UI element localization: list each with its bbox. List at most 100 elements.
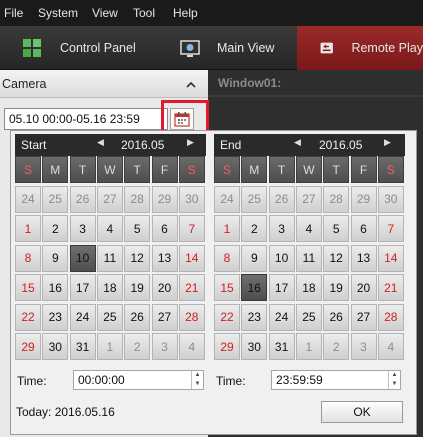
start-day-cell[interactable]: 29	[15, 333, 41, 360]
end-day-cell[interactable]: 6	[350, 215, 377, 242]
end-day-cell[interactable]: 14	[377, 244, 404, 272]
start-day-cell[interactable]: 24	[69, 303, 96, 331]
start-day-cell[interactable]: 14	[178, 244, 205, 272]
menu-view[interactable]: View	[92, 6, 118, 20]
end-day-cell[interactable]: 30	[241, 333, 268, 360]
start-day-cell[interactable]: 17	[69, 274, 96, 301]
start-day-cell[interactable]: 1	[15, 215, 41, 242]
end-day-cell[interactable]: 4	[377, 333, 404, 360]
end-day-cell[interactable]: 15	[214, 274, 240, 301]
end-day-cell[interactable]: 21	[377, 274, 404, 301]
end-day-cell[interactable]: 7	[377, 215, 404, 242]
menu-file[interactable]: File	[4, 6, 23, 20]
end-day-cell[interactable]: 29	[214, 333, 240, 360]
end-day-cell[interactable]: 19	[323, 274, 350, 301]
end-time-input[interactable]: 23:59:59 ▲ ▼	[271, 370, 401, 390]
start-day-cell[interactable]: 26	[124, 303, 151, 331]
start-day-cell[interactable]: 19	[124, 274, 151, 301]
start-day-cell[interactable]: 3	[69, 215, 96, 242]
start-day-cell[interactable]: 24	[15, 185, 41, 213]
start-day-cell[interactable]: 5	[124, 215, 151, 242]
start-day-cell[interactable]: 2	[42, 215, 69, 242]
end-day-cell[interactable]: 25	[295, 303, 322, 331]
end-day-cell[interactable]: 22	[214, 303, 240, 331]
start-day-cell[interactable]: 22	[15, 303, 41, 331]
end-day-cell[interactable]: 2	[323, 333, 350, 360]
end-time-spinner[interactable]: ▲ ▼	[388, 371, 400, 389]
start-day-cell[interactable]: 30	[42, 333, 69, 360]
start-prev-month-icon[interactable]: ◀	[97, 137, 104, 148]
chevron-up-icon[interactable]	[186, 80, 196, 90]
start-day-cell[interactable]: 27	[151, 303, 178, 331]
end-day-cell[interactable]: 30	[377, 185, 404, 213]
start-day-cell[interactable]: 2	[124, 333, 151, 360]
end-day-cell[interactable]: 1	[214, 215, 240, 242]
end-day-cell[interactable]: 28	[323, 185, 350, 213]
start-day-cell[interactable]: 10	[69, 244, 96, 272]
start-day-cell[interactable]: 25	[96, 303, 123, 331]
end-day-cell[interactable]: 5	[323, 215, 350, 242]
end-day-cell[interactable]: 29	[350, 185, 377, 213]
end-day-cell[interactable]: 27	[295, 185, 322, 213]
menu-help[interactable]: Help	[173, 6, 198, 20]
end-day-cell[interactable]: 28	[377, 303, 404, 331]
end-day-cell[interactable]: 1	[295, 333, 322, 360]
camera-panel-header[interactable]: Camera	[0, 70, 208, 98]
end-day-cell[interactable]: 12	[323, 244, 350, 272]
start-day-cell[interactable]: 9	[42, 244, 69, 272]
start-next-month-icon[interactable]: ▶	[187, 137, 194, 148]
end-day-cell[interactable]: 10	[268, 244, 295, 272]
end-day-cell[interactable]: 3	[350, 333, 377, 360]
start-day-cell[interactable]: 3	[151, 333, 178, 360]
start-time-spinner[interactable]: ▲ ▼	[191, 371, 203, 389]
end-day-cell[interactable]: 25	[241, 185, 268, 213]
start-day-cell[interactable]: 20	[151, 274, 178, 301]
start-day-cell[interactable]: 16	[42, 274, 69, 301]
start-day-cell[interactable]: 25	[42, 185, 69, 213]
end-day-cell[interactable]: 20	[350, 274, 377, 301]
start-day-cell[interactable]: 1	[96, 333, 123, 360]
start-day-cell[interactable]: 31	[69, 333, 96, 360]
start-day-cell[interactable]: 28	[178, 303, 205, 331]
start-day-cell[interactable]: 13	[151, 244, 178, 272]
start-day-cell[interactable]: 28	[124, 185, 151, 213]
end-day-cell[interactable]: 4	[295, 215, 322, 242]
menu-tool[interactable]: Tool	[133, 6, 155, 20]
start-day-cell[interactable]: 4	[96, 215, 123, 242]
tab-remote-play[interactable]: Remote Play	[297, 26, 423, 70]
end-day-cell[interactable]: 17	[268, 274, 295, 301]
end-day-cell[interactable]: 11	[295, 244, 322, 272]
tab-control-panel[interactable]: Control Panel	[22, 26, 172, 70]
end-day-cell[interactable]: 9	[241, 244, 268, 272]
end-day-cell[interactable]: 26	[268, 185, 295, 213]
start-time-input[interactable]: 00:00:00 ▲ ▼	[73, 370, 204, 390]
start-day-cell[interactable]: 21	[178, 274, 205, 301]
menu-system[interactable]: System	[38, 6, 78, 20]
end-day-cell[interactable]: 16	[241, 274, 268, 301]
date-range-field[interactable]: 05.10 00:00-05.16 23:59	[4, 108, 168, 130]
end-next-month-icon[interactable]: ▶	[384, 137, 391, 148]
start-day-cell[interactable]: 26	[69, 185, 96, 213]
end-day-cell[interactable]: 26	[323, 303, 350, 331]
end-day-cell[interactable]: 3	[268, 215, 295, 242]
end-day-cell[interactable]: 23	[241, 303, 268, 331]
end-day-cell[interactable]: 13	[350, 244, 377, 272]
start-day-cell[interactable]: 15	[15, 274, 41, 301]
start-day-cell[interactable]: 7	[178, 215, 205, 242]
end-day-cell[interactable]: 2	[241, 215, 268, 242]
end-day-cell[interactable]: 24	[214, 185, 240, 213]
start-day-cell[interactable]: 18	[96, 274, 123, 301]
end-day-cell[interactable]: 31	[268, 333, 295, 360]
start-day-cell[interactable]: 11	[96, 244, 123, 272]
end-day-cell[interactable]: 27	[350, 303, 377, 331]
start-day-cell[interactable]: 6	[151, 215, 178, 242]
ok-button[interactable]: OK	[321, 401, 403, 423]
end-day-cell[interactable]: 18	[295, 274, 322, 301]
start-day-cell[interactable]: 12	[124, 244, 151, 272]
end-day-cell[interactable]: 8	[214, 244, 240, 272]
start-day-cell[interactable]: 30	[178, 185, 205, 213]
tab-main-view[interactable]: Main View	[180, 26, 290, 70]
start-day-cell[interactable]: 29	[151, 185, 178, 213]
end-prev-month-icon[interactable]: ◀	[294, 137, 301, 148]
start-day-cell[interactable]: 27	[96, 185, 123, 213]
